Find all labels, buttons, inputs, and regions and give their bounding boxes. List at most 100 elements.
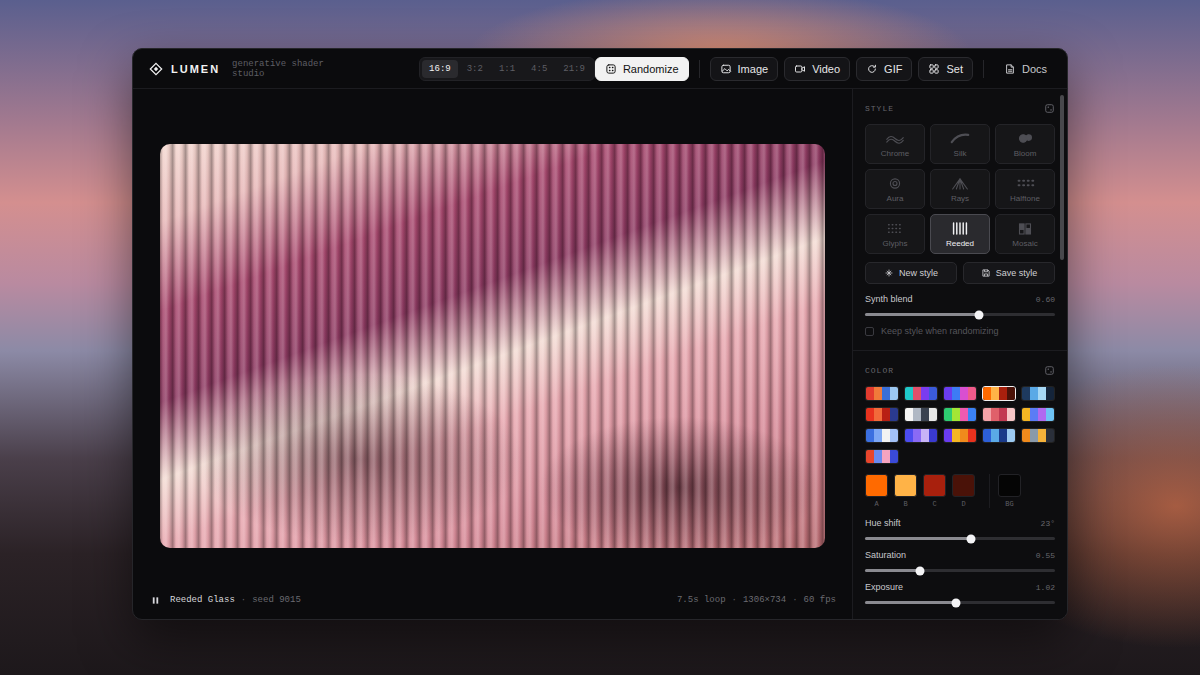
- section-header: STYLE: [865, 103, 1055, 114]
- color-slider: Hue shift 23°: [865, 518, 1055, 540]
- aspect-tab[interactable]: 4:5: [524, 60, 554, 78]
- palette-swatch[interactable]: [865, 428, 899, 443]
- color-slider: Exposure1.02: [865, 582, 1055, 604]
- diamond-logo-icon: [149, 62, 163, 76]
- play-pause-button[interactable]: [151, 596, 160, 605]
- app-tagline: generative shader studio: [232, 59, 335, 79]
- palette-swatch[interactable]: [943, 407, 977, 422]
- toolbar: Randomize ImageVideoGIFSet Docs: [595, 57, 1057, 81]
- slider-reading: 23°: [1041, 519, 1055, 528]
- palette-grid: [865, 386, 1055, 464]
- toolbar-button[interactable]: Set: [918, 57, 973, 81]
- aspect-tab[interactable]: 16:9: [422, 60, 458, 78]
- workspace: Reeded Glass·seed 90157.5s loop·1306×734…: [133, 89, 1067, 619]
- toolbar-button[interactable]: Randomize: [595, 57, 689, 81]
- slider-label: Saturation: [865, 550, 906, 560]
- palette-swatch[interactable]: [943, 386, 977, 401]
- color-chip[interactable]: BG: [989, 474, 1021, 508]
- separator: ·: [732, 595, 737, 605]
- toolbar-button[interactable]: GIF: [856, 57, 912, 81]
- status-bar: Reeded Glass·seed 90157.5s loop·1306×734…: [133, 581, 852, 619]
- toolbar-button[interactable]: Docs: [994, 57, 1057, 81]
- info-item: 60 fps: [804, 595, 836, 605]
- style-preview-icon: [884, 176, 906, 191]
- style-actions: New style Save style: [865, 262, 1055, 284]
- style-preview-icon: [884, 131, 906, 146]
- toolbar-divider: [983, 60, 984, 78]
- color-chip[interactable]: D: [952, 474, 975, 508]
- separator: ·: [792, 595, 797, 605]
- palette-swatch[interactable]: [904, 386, 938, 401]
- style-action-button[interactable]: New style: [865, 262, 957, 284]
- color-chips: ABCD BG: [865, 474, 1055, 508]
- palette-swatch[interactable]: [865, 407, 899, 422]
- slider-track[interactable]: [865, 601, 1055, 604]
- pause-icon: [151, 596, 160, 605]
- slider-track[interactable]: [865, 313, 1055, 316]
- toolbar-button[interactable]: Image: [710, 57, 779, 81]
- style-tile[interactable]: Halftone: [995, 169, 1055, 209]
- color-chip[interactable]: B: [894, 474, 917, 508]
- slider-thumb[interactable]: [975, 310, 984, 319]
- style-preview-icon: [1014, 131, 1036, 146]
- slider-thumb[interactable]: [952, 598, 961, 607]
- style-tile[interactable]: Glyphs: [865, 214, 925, 254]
- aspect-tab[interactable]: 21:9: [556, 60, 592, 78]
- style-tile[interactable]: Chrome: [865, 124, 925, 164]
- style-tile[interactable]: Rays: [930, 169, 990, 209]
- slider-thumb[interactable]: [967, 534, 976, 543]
- color-chip[interactable]: A: [865, 474, 888, 508]
- canvas-area: Reeded Glass·seed 90157.5s loop·1306×734…: [133, 89, 852, 619]
- palette-swatch[interactable]: [982, 407, 1016, 422]
- palette-swatch[interactable]: [904, 407, 938, 422]
- slider-track[interactable]: [865, 569, 1055, 572]
- style-tile[interactable]: Mosaic: [995, 214, 1055, 254]
- keep-style-checkbox[interactable]: Keep style when randomizing: [865, 326, 1055, 336]
- action-icon: [884, 268, 894, 278]
- preset-title: Reeded Glass: [170, 595, 235, 605]
- slider-thumb[interactable]: [916, 566, 925, 575]
- action-icon: [981, 268, 991, 278]
- synth-blend-slider: Synth blend0.60: [865, 294, 1055, 316]
- slider-track[interactable]: [865, 537, 1055, 540]
- palette-swatch[interactable]: [982, 428, 1016, 443]
- slider-label: Hue shift: [865, 518, 901, 528]
- toolbar-icon: [605, 63, 617, 75]
- style-tile[interactable]: Silk: [930, 124, 990, 164]
- section-header: COLOR: [865, 365, 1055, 376]
- style-preview-icon: [949, 176, 971, 191]
- aspect-ratio-tabs: 16:93:21:14:521:9: [419, 57, 595, 81]
- slider-reading: 0.55: [1036, 551, 1055, 560]
- palette-swatch[interactable]: [1021, 428, 1055, 443]
- color-chip[interactable]: C: [923, 474, 946, 508]
- palette-swatch[interactable]: [1021, 386, 1055, 401]
- checkbox[interactable]: [865, 327, 874, 336]
- dice-icon[interactable]: [1044, 365, 1055, 376]
- palette-swatch[interactable]: [943, 428, 977, 443]
- style-preview-icon: [884, 221, 906, 236]
- info-item: 1306×734: [743, 595, 786, 605]
- scrollbar[interactable]: [1060, 95, 1064, 260]
- palette-swatch[interactable]: [865, 386, 899, 401]
- desktop: LUMENgenerative shader studio16:93:21:14…: [0, 0, 1200, 675]
- aspect-tab[interactable]: 3:2: [460, 60, 490, 78]
- style-action-button[interactable]: Save style: [963, 262, 1055, 284]
- section-title: STYLE: [865, 104, 894, 113]
- palette-swatch[interactable]: [904, 428, 938, 443]
- aspect-tab[interactable]: 1:1: [492, 60, 522, 78]
- dice-icon[interactable]: [1044, 103, 1055, 114]
- style-preview-icon: [949, 221, 971, 236]
- render-info: 7.5s loop·1306×734·60 fps: [677, 595, 836, 605]
- palette-swatch[interactable]: [1021, 407, 1055, 422]
- toolbar-button[interactable]: Video: [784, 57, 850, 81]
- palette-swatch[interactable]: [982, 386, 1016, 401]
- slider-reading: 0.60: [1036, 295, 1055, 304]
- palette-swatch[interactable]: [865, 449, 899, 464]
- style-tile[interactable]: Reeded: [930, 214, 990, 254]
- top-bar: LUMENgenerative shader studio16:93:21:14…: [133, 49, 1067, 89]
- style-grid: ChromeSilkBloom AuraRaysHalftone GlyphsRee…: [865, 124, 1055, 254]
- section-divider: [853, 350, 1067, 351]
- style-tile[interactable]: Aura: [865, 169, 925, 209]
- style-tile[interactable]: Bloom: [995, 124, 1055, 164]
- seed-label: seed 9015: [252, 595, 301, 605]
